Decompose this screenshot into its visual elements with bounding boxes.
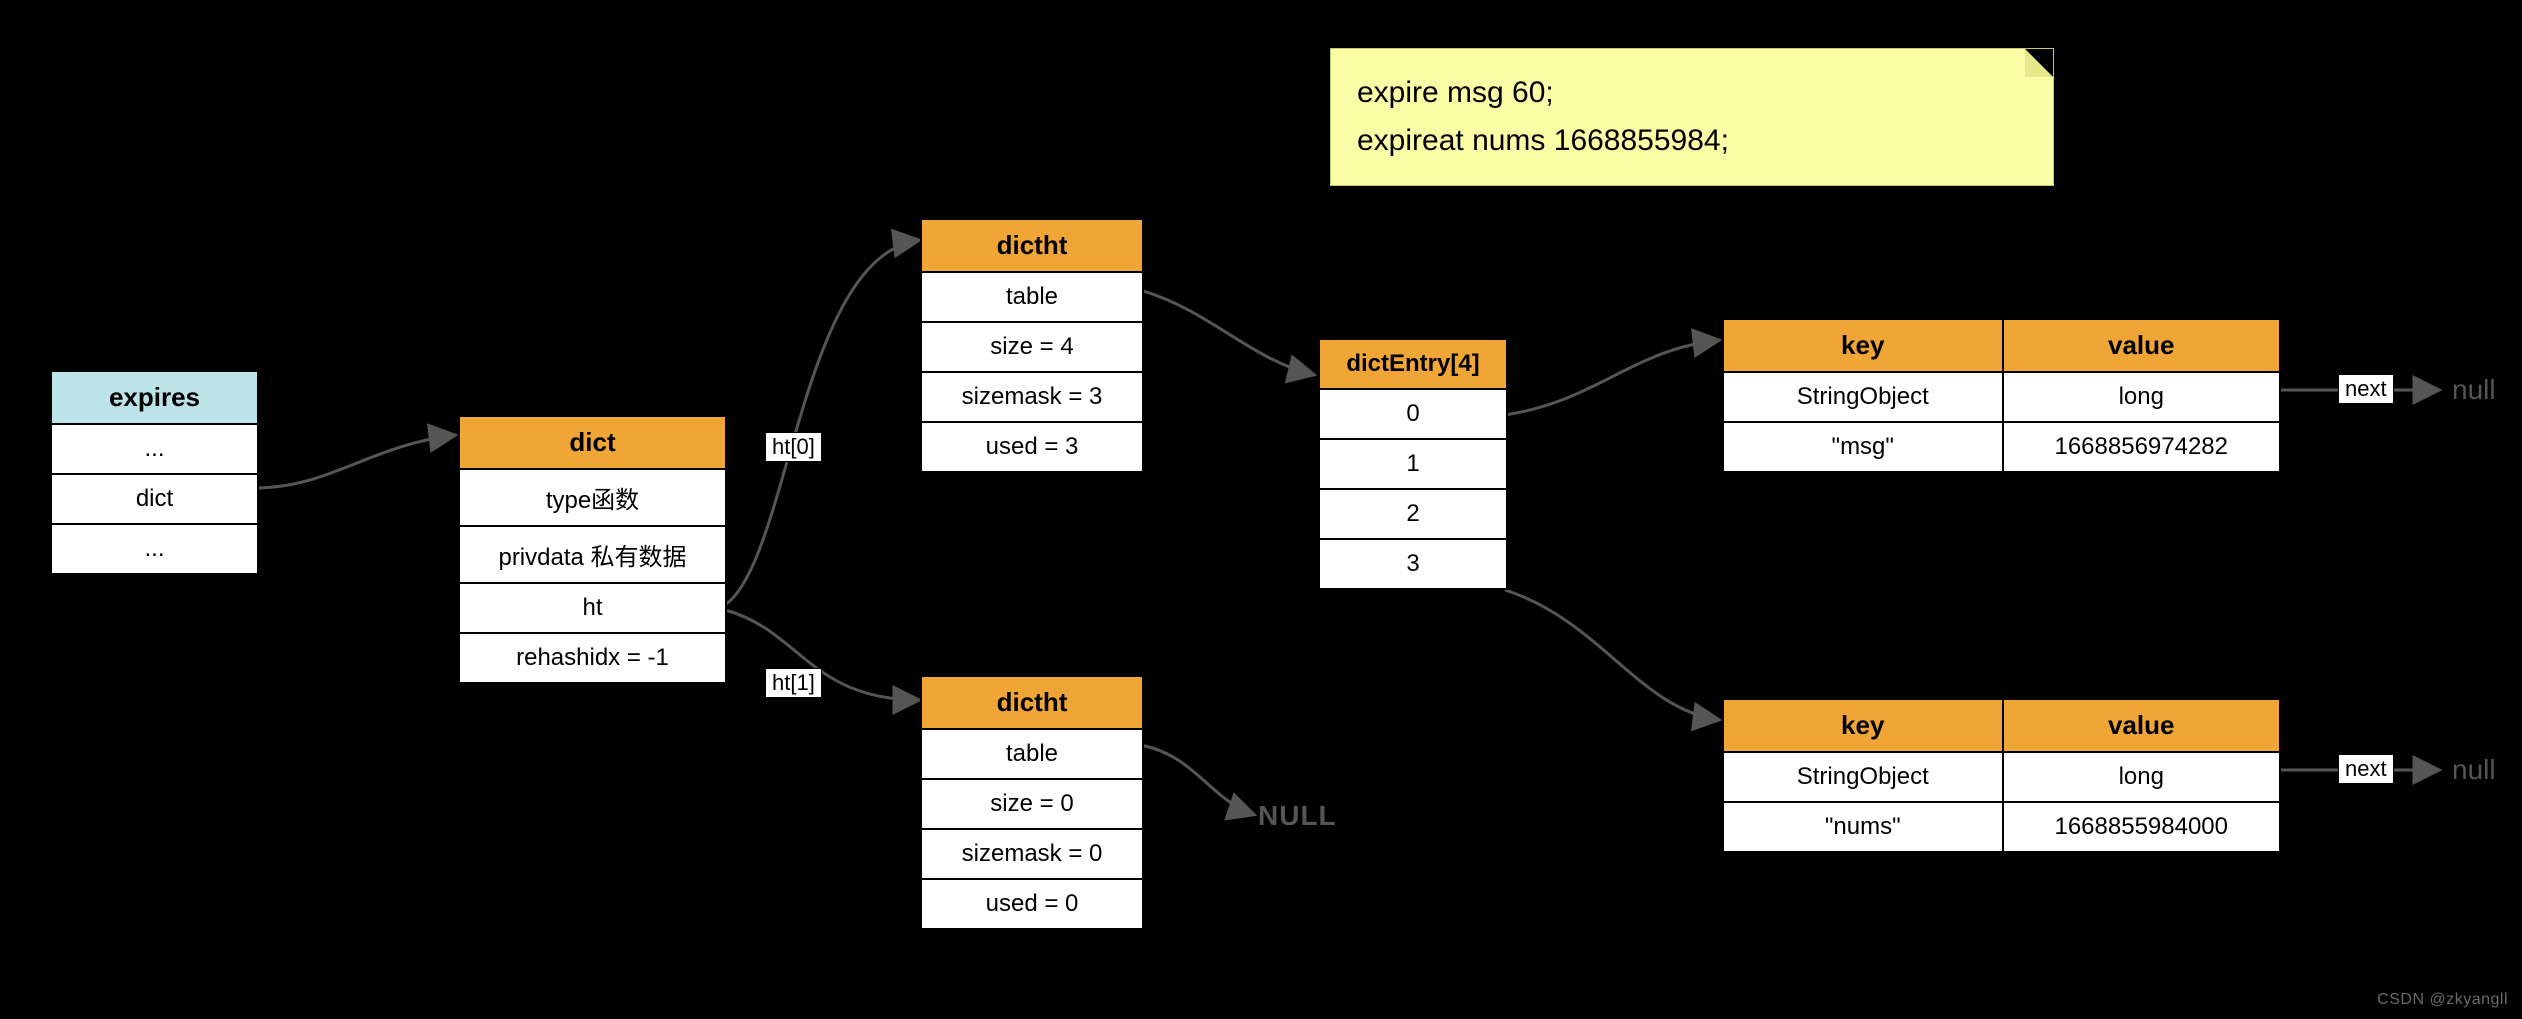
dictht0-row-used: used = 3: [922, 423, 1142, 471]
entry1-value-header: value: [2002, 700, 2280, 753]
dictentry-header: dictEntry[4]: [1320, 340, 1506, 390]
null-text-1: null: [2452, 754, 2496, 786]
dictht0-row-size: size = 4: [922, 323, 1142, 373]
dictht0-box: dictht table size = 4 sizemask = 3 used …: [920, 218, 1144, 473]
ht0-label: ht[0]: [765, 432, 822, 462]
dict-row-privdata: privdata 私有数据: [460, 527, 725, 584]
entry0-box: key value StringObject long "msg" 166885…: [1722, 318, 2281, 473]
dictht1-row-sizemask: sizemask = 0: [922, 830, 1142, 880]
entry0-value-header: value: [2002, 320, 2280, 373]
dict-row-type: type函数: [460, 470, 725, 527]
entry0-key-val: "msg": [1724, 423, 2002, 471]
dictentry-row-0: 0: [1320, 390, 1506, 440]
dictht1-box: dictht table size = 0 sizemask = 0 used …: [920, 675, 1144, 930]
dictht0-row-sizemask: sizemask = 3: [922, 373, 1142, 423]
dictentry-row-2: 2: [1320, 490, 1506, 540]
entry1-box: key value StringObject long "nums" 16688…: [1722, 698, 2281, 853]
entry0-key-type: StringObject: [1724, 373, 2002, 423]
dictht1-row-used: used = 0: [922, 880, 1142, 928]
expires-header: expires: [52, 372, 257, 425]
next-label-1: next: [2338, 754, 2394, 784]
watermark: CSDN @zkyangll: [2377, 991, 2508, 1009]
dict-row-rehashidx: rehashidx = -1: [460, 634, 725, 682]
dict-row-ht: ht: [460, 584, 725, 634]
note-line2: expireat nums 1668855984;: [1357, 124, 1729, 157]
dictentry-box: dictEntry[4] 0 1 2 3: [1318, 338, 1508, 590]
entry0-value-type: long: [2002, 373, 2280, 423]
dictentry-row-1: 1: [1320, 440, 1506, 490]
sticky-note: expire msg 60; expireat nums 1668855984;: [1330, 48, 2054, 186]
dictht1-header: dictht: [922, 677, 1142, 730]
expires-row-dict: dict: [52, 475, 257, 525]
dictht0-header: dictht: [922, 220, 1142, 273]
note-line1: expire msg 60;: [1357, 76, 1554, 109]
entry1-value-val: 1668855984000: [2002, 803, 2280, 851]
null-label: NULL: [1258, 800, 1337, 832]
arrows-layer: [0, 0, 2522, 1019]
expires-row: ...: [52, 525, 257, 573]
dictht1-row-table: table: [922, 730, 1142, 780]
dictentry-row-3: 3: [1320, 540, 1506, 588]
expires-box: expires ... dict ...: [50, 370, 259, 575]
null-text-0: null: [2452, 374, 2496, 406]
entry0-value-val: 1668856974282: [2002, 423, 2280, 471]
entry1-key-type: StringObject: [1724, 753, 2002, 803]
dict-header: dict: [460, 417, 725, 470]
expires-row: ...: [52, 425, 257, 475]
entry1-key-header: key: [1724, 700, 2002, 753]
ht1-label: ht[1]: [765, 668, 822, 698]
dictht1-row-size: size = 0: [922, 780, 1142, 830]
dictht0-row-table: table: [922, 273, 1142, 323]
next-label-0: next: [2338, 374, 2394, 404]
entry1-value-type: long: [2002, 753, 2280, 803]
entry0-key-header: key: [1724, 320, 2002, 373]
entry1-key-val: "nums": [1724, 803, 2002, 851]
dict-box: dict type函数 privdata 私有数据 ht rehashidx =…: [458, 415, 727, 684]
